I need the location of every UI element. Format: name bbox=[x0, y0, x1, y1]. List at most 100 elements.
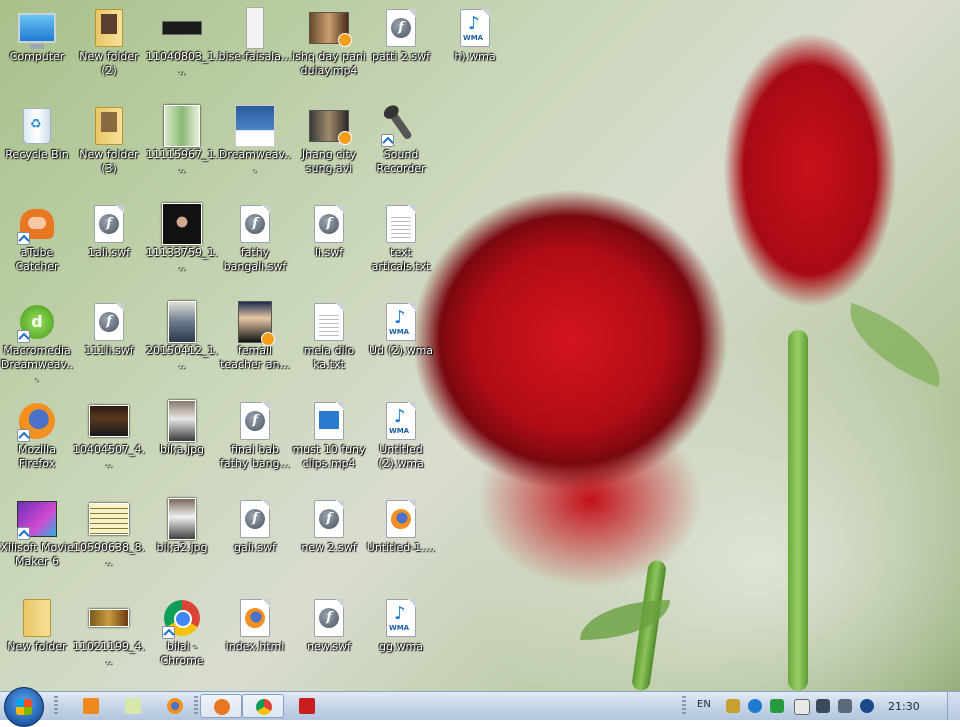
desktop-icon-11115967[interactable]: 11115967_1... bbox=[145, 105, 219, 175]
desktop-icon-bil-a2-jpg[interactable]: bil;a2.jpg bbox=[145, 498, 219, 555]
icon-label: h).wma bbox=[454, 50, 496, 63]
folder-icon bbox=[23, 599, 51, 637]
video-file-icon bbox=[314, 402, 344, 440]
desktop-icon-ud-2-wma[interactable]: ♪ WMA Ud (2).wma bbox=[364, 302, 438, 358]
desktop-icon-dreamweaver-file[interactable]: Dreamweav... bbox=[218, 105, 292, 175]
desktop-icon-femail-teacher[interactable]: femail teacher an... bbox=[218, 301, 292, 371]
quicklaunch-firefox[interactable] bbox=[154, 694, 196, 718]
desktop-icon-11133759[interactable]: 11133759_1... bbox=[145, 203, 219, 273]
flash-file-icon: f bbox=[240, 205, 270, 243]
desktop-icon-gali-swf[interactable]: f gali.swf bbox=[218, 499, 292, 555]
icon-label: 20150412_1... bbox=[146, 344, 218, 371]
volume-icon[interactable] bbox=[838, 699, 852, 713]
desktop-icon-mozilla-firefox[interactable]: Mozilla Firefox bbox=[0, 401, 74, 470]
desktop-icon-sound-recorder[interactable]: Sound Recorder bbox=[364, 106, 438, 175]
icon-label: mela dilo ka.txt bbox=[303, 344, 355, 371]
desktop-icon-new-2-swf[interactable]: f new 2.swf bbox=[292, 499, 366, 555]
desktop-icon-mela-dilo-ka[interactable]: mela dilo ka.txt bbox=[292, 302, 366, 371]
toolbar-grip[interactable] bbox=[682, 696, 686, 716]
desktop-icon-jhang-city-sung[interactable]: Jhang city sung.avi bbox=[292, 106, 366, 175]
desktop-icon-recycle-bin[interactable]: Recycle Bin bbox=[0, 106, 74, 162]
clock[interactable]: 21:30 bbox=[888, 700, 920, 713]
audio-file-icon: ♪ WMA bbox=[386, 599, 416, 637]
icon-label: New folder (3) bbox=[79, 148, 139, 175]
action-center-icon[interactable] bbox=[794, 699, 810, 715]
icon-label: gg.wma bbox=[379, 640, 423, 653]
desktop-icon-computer[interactable]: Computer bbox=[0, 8, 74, 64]
shortcut-arrow-icon bbox=[162, 626, 175, 639]
video-file-icon bbox=[309, 110, 352, 145]
desktop-icon-xilisoft-movie-maker[interactable]: Xilisoft Movie Maker 6 bbox=[0, 499, 74, 568]
desktop-icon-macromedia-dreamweaver[interactable]: d Macromedia Dreamweav... bbox=[0, 302, 74, 385]
desktop-icon-atube-catcher[interactable]: aTube Catcher bbox=[0, 204, 74, 273]
icon-label: patti 2.swf bbox=[372, 50, 430, 63]
desktop-icon-111li-swf[interactable]: f 111li.swf bbox=[72, 302, 146, 358]
image-thumbnail-icon bbox=[162, 203, 202, 245]
html-file-icon bbox=[240, 599, 270, 637]
ie-icon[interactable] bbox=[748, 699, 762, 713]
taskbar: EN 21:30 bbox=[0, 687, 960, 727]
folder-icon bbox=[95, 9, 123, 47]
flash-file-icon: f bbox=[240, 500, 270, 538]
icon-label: bise-faisala... bbox=[218, 50, 292, 63]
desktop-icon-final-bab-fathy[interactable]: f final bab fathy bang... bbox=[218, 401, 292, 470]
show-desktop-button[interactable] bbox=[947, 692, 960, 720]
desktop-icon-11040803[interactable]: 11040803_1... bbox=[145, 8, 219, 77]
desktop-icon-new-folder[interactable]: New folder bbox=[0, 598, 74, 654]
taskbar-app-filezilla[interactable] bbox=[286, 694, 328, 718]
icon-label: New folder bbox=[7, 640, 67, 653]
start-button[interactable] bbox=[4, 687, 44, 727]
desktop-icon-untitled-2-wma[interactable]: ♪ WMA Untitled (2).wma bbox=[364, 401, 438, 470]
desktop-icon-h-wma[interactable]: ♪ WMA h).wma bbox=[438, 8, 512, 64]
icon-label: Dreamweav... bbox=[218, 148, 292, 175]
text-file-icon bbox=[386, 205, 416, 243]
desktop-icon-index-html[interactable]: index.html bbox=[218, 598, 292, 654]
desktop-icon-gg-wma[interactable]: ♪ WMA gg.wma bbox=[364, 598, 438, 654]
tray-app-icon[interactable] bbox=[726, 699, 740, 713]
desktop-icon-bise-faisalabad[interactable]: bise-faisala... bbox=[218, 7, 292, 64]
desktop-icon-new-folder-2[interactable]: New folder (2) bbox=[72, 8, 146, 77]
desktop-icon-new-folder-3[interactable]: New folder (3) bbox=[72, 106, 146, 175]
desktop-icon-20150412[interactable]: 20150412_1... bbox=[145, 301, 219, 371]
desktop-icon-10590638[interactable]: 10590638_8... bbox=[72, 499, 146, 568]
text-file-icon bbox=[314, 303, 344, 341]
desktop-icon-fathy-bangali-swf[interactable]: f fathy bangali.swf bbox=[218, 204, 292, 273]
desktop-icon-patti-2-swf[interactable]: f patti 2.swf bbox=[364, 8, 438, 64]
desktop-icon-10404507[interactable]: 10404507_4... bbox=[72, 401, 146, 470]
icon-label: index.html bbox=[225, 640, 285, 653]
quicklaunch-vlc[interactable] bbox=[70, 694, 112, 718]
flash-file-icon: f bbox=[314, 599, 344, 637]
desktop-icon-li-swf[interactable]: f li.swf bbox=[292, 204, 366, 260]
toolbar-grip[interactable] bbox=[54, 696, 58, 716]
network-tray-icon[interactable] bbox=[770, 699, 784, 713]
network-icon[interactable] bbox=[816, 699, 830, 713]
desktop-icon-1ali-swf[interactable]: f 1ali.swf bbox=[72, 204, 146, 260]
language-indicator[interactable]: EN bbox=[697, 699, 711, 710]
desktop-icon-new-swf[interactable]: f new.swf bbox=[292, 598, 366, 654]
icon-label: Jhang city sung.avi bbox=[301, 148, 357, 175]
notepad-icon bbox=[125, 698, 141, 714]
desktop-icon-11021199[interactable]: 11021199_4... bbox=[72, 598, 146, 667]
icon-label: Xilisoft Movie Maker 6 bbox=[0, 541, 74, 568]
image-thumbnail-icon bbox=[168, 301, 196, 343]
dreamweaver-file-icon bbox=[235, 105, 275, 147]
icon-label: bil;a2.jpg bbox=[156, 541, 208, 554]
search-tray-icon[interactable] bbox=[860, 699, 874, 713]
icon-label: final bab fathy bang... bbox=[219, 443, 291, 470]
computer-icon bbox=[18, 13, 56, 49]
shortcut-arrow-icon bbox=[17, 232, 30, 245]
desktop-icon-bilal-chrome[interactable]: bilal - Chrome bbox=[145, 598, 219, 667]
icon-label: bilal - Chrome bbox=[160, 640, 204, 667]
desktop-icon-text-articals[interactable]: text articals.txt bbox=[364, 204, 438, 273]
quicklaunch-notepad[interactable] bbox=[112, 694, 154, 718]
taskbar-app-chrome[interactable] bbox=[242, 694, 284, 718]
image-thumbnail-icon bbox=[89, 609, 129, 627]
desktop-icon-must-10-funy-clips[interactable]: must 10 funy clips.mp4 bbox=[292, 401, 366, 470]
desktop-icon-ishq-day-pani[interactable]: ishq day pani dulay.mp4 bbox=[292, 8, 366, 77]
icon-label: 11040803_1... bbox=[146, 50, 218, 77]
shortcut-arrow-icon bbox=[17, 429, 30, 442]
taskbar-app-atube-catcher[interactable] bbox=[200, 694, 242, 718]
toolbar-grip[interactable] bbox=[194, 696, 198, 716]
desktop-icon-untitled-1[interactable]: Untitled-1.... bbox=[364, 499, 438, 555]
desktop-icon-bil-a-jpg[interactable]: bil;a.jpg bbox=[145, 400, 219, 457]
